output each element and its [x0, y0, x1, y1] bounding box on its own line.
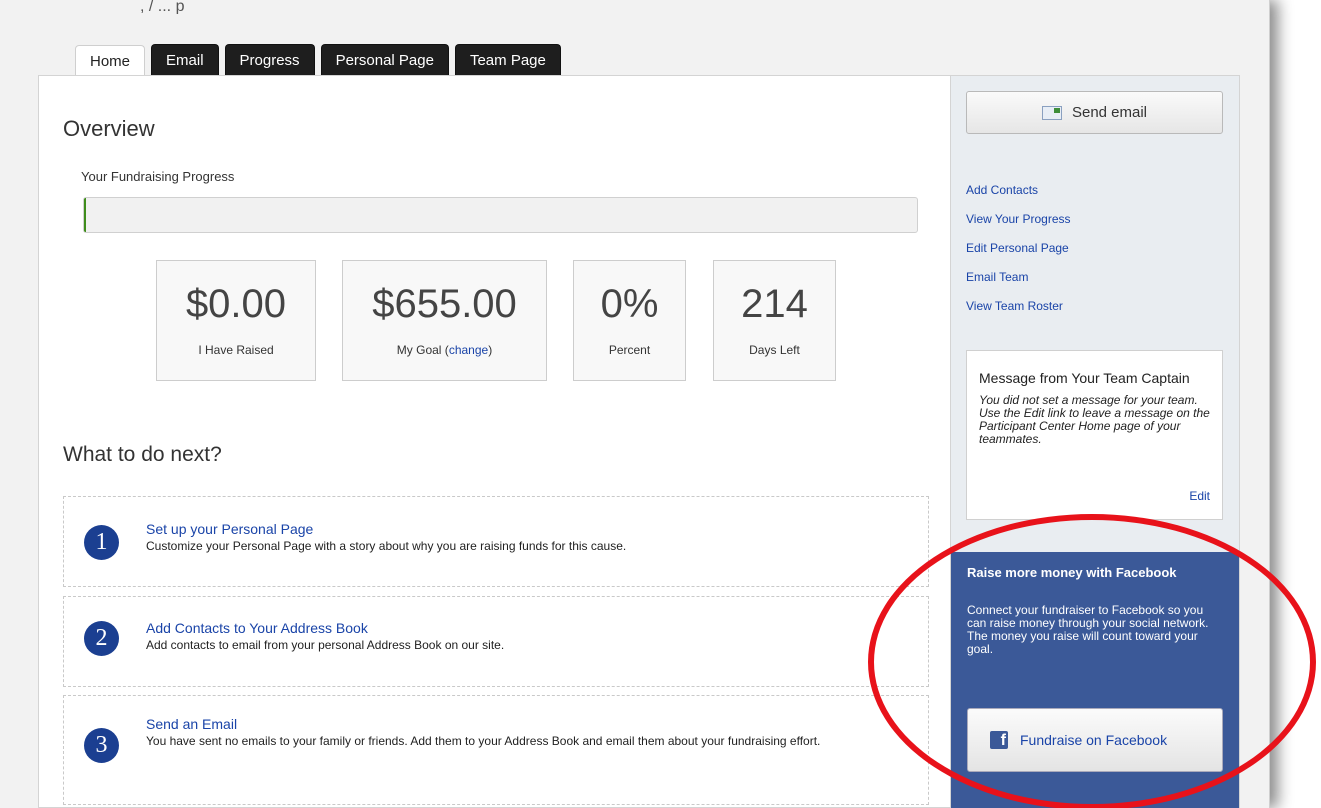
progress-label: Your Fundraising Progress — [81, 169, 235, 184]
what-next-heading: What to do next? — [63, 443, 222, 466]
team-captain-message-box: Message from Your Team Captain You did n… — [966, 350, 1223, 520]
stat-raised-caption: I Have Raised — [198, 343, 274, 357]
step-link-add-contacts[interactable]: Add Contacts to Your Address Book — [146, 620, 368, 636]
captain-message-text: You did not set a message for your team.… — [979, 393, 1210, 446]
stat-percent-value: 0% — [600, 282, 659, 326]
stat-percent: 0% Percent — [573, 260, 686, 381]
step-description: Add contacts to email from your personal… — [146, 638, 505, 652]
goal-caption-suffix: ) — [488, 343, 493, 357]
step-number-badge: 3 — [84, 728, 119, 763]
tab-progress[interactable]: Progress — [224, 44, 315, 75]
step-number-badge: 1 — [84, 525, 119, 560]
stat-raised: $0.00 I Have Raised — [156, 260, 316, 381]
cropped-header-text: , / ... p — [140, 0, 185, 14]
send-email-button[interactable]: Send email — [966, 91, 1223, 134]
overview-heading: Overview — [63, 116, 155, 141]
stat-goal: $655.00 My Goal (change) — [342, 260, 547, 381]
link-view-team-roster[interactable]: View Team Roster — [966, 299, 1063, 313]
stat-days-left-caption: Days Left — [749, 343, 800, 357]
main-panel: Overview Your Fundraising Progress $0.00… — [38, 75, 951, 808]
tab-team-page[interactable]: Team Page — [454, 44, 561, 75]
step-card-send-email: 3 Send an Email You have sent no emails … — [63, 695, 929, 805]
change-goal-link[interactable]: change — [449, 343, 488, 357]
link-view-your-progress[interactable]: View Your Progress — [966, 212, 1071, 226]
step-card-add-contacts: 2 Add Contacts to Your Address Book Add … — [63, 596, 929, 687]
email-icon — [1041, 105, 1062, 120]
send-email-label: Send email — [1071, 104, 1148, 121]
fundraise-on-facebook-label: Fundraise on Facebook — [1020, 731, 1168, 748]
facebook-icon: f — [990, 731, 1008, 749]
tab-home[interactable]: Home — [75, 45, 146, 78]
stat-days-left: 214 Days Left — [713, 260, 836, 381]
step-description: You have sent no emails to your family o… — [146, 734, 821, 748]
quick-links: Add Contacts View Your Progress Edit Per… — [966, 176, 1071, 321]
tab-personal-page[interactable]: Personal Page — [320, 44, 449, 75]
stat-goal-value: $655.00 — [372, 282, 517, 326]
step-card-personal-page: 1 Set up your Personal Page Customize yo… — [63, 496, 929, 587]
stat-raised-value: $0.00 — [185, 282, 287, 326]
step-link-send-email[interactable]: Send an Email — [146, 716, 237, 732]
goal-caption-prefix: My Goal ( — [396, 343, 449, 357]
link-edit-personal-page[interactable]: Edit Personal Page — [966, 241, 1069, 255]
sidebar: Send email Add Contacts View Your Progre… — [951, 75, 1240, 808]
link-email-team[interactable]: Email Team — [966, 270, 1028, 284]
captain-message-title: Message from Your Team Captain — [979, 370, 1190, 386]
link-add-contacts[interactable]: Add Contacts — [966, 183, 1038, 197]
step-link-setup-personal-page[interactable]: Set up your Personal Page — [146, 521, 313, 537]
stat-days-left-value: 214 — [741, 282, 808, 326]
fundraising-progress-bar — [83, 197, 918, 233]
facebook-panel: Raise more money with Facebook Connect y… — [951, 552, 1239, 808]
edit-captain-message-link[interactable]: Edit — [1189, 489, 1210, 503]
step-description: Customize your Personal Page with a stor… — [146, 539, 627, 553]
progress-fill — [84, 198, 86, 232]
tab-bar: Home Email Progress Personal Page Team P… — [75, 44, 561, 78]
tab-email[interactable]: Email — [151, 44, 219, 75]
facebook-panel-title: Raise more money with Facebook — [967, 565, 1177, 580]
stat-percent-caption: Percent — [608, 343, 651, 357]
step-number-badge: 2 — [84, 621, 119, 656]
facebook-panel-description: Connect your fundraiser to Facebook so y… — [967, 603, 1209, 656]
fundraise-on-facebook-button[interactable]: f Fundraise on Facebook — [967, 708, 1223, 772]
stat-goal-caption: My Goal (change) — [343, 343, 546, 357]
